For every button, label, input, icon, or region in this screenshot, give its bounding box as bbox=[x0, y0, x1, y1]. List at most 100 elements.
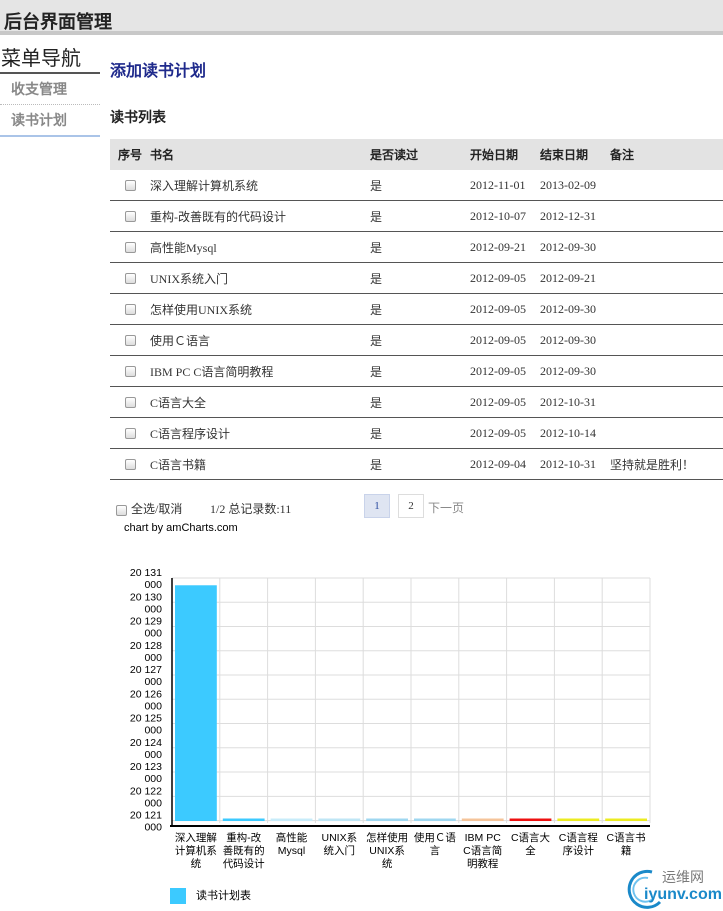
section-title: 读书列表 bbox=[110, 109, 166, 125]
start-date: 2012-09-04 bbox=[470, 448, 540, 480]
x-tick-label: IBM PC C语言简明教程 bbox=[463, 832, 502, 870]
note bbox=[610, 355, 723, 387]
row-checkbox[interactable] bbox=[124, 335, 136, 347]
x-tick-label: C语言程序设计 bbox=[559, 831, 599, 857]
table-row: 使用Ｃ语言是 2012-09-05 2012-09-30 bbox=[110, 324, 723, 356]
read-status: 是 bbox=[370, 262, 470, 294]
start-date: 2012-09-05 bbox=[470, 417, 540, 449]
book-title: 深入理解计算机系统 bbox=[150, 170, 370, 201]
note bbox=[610, 170, 723, 201]
x-tick-label: 深入理解计算机系统 bbox=[175, 831, 217, 870]
watermark-bottom-text: iyunv.com bbox=[644, 886, 722, 903]
row-checkbox-cell[interactable] bbox=[110, 324, 150, 356]
end-date: 2012-10-31 bbox=[540, 386, 610, 418]
table-header-row: 序号 书名 是否读过 开始日期 结束日期 备注 bbox=[110, 139, 723, 170]
read-status: 是 bbox=[370, 293, 470, 325]
row-checkbox-cell[interactable] bbox=[110, 293, 150, 325]
top-header-bar: 后台界面管理 bbox=[0, 0, 723, 35]
row-checkbox-cell[interactable] bbox=[110, 200, 150, 232]
legend-label: 读书计划表 bbox=[196, 890, 251, 902]
table-footer: 全选/取消 1/2 总记录数:11 1 2 下一页 bbox=[110, 494, 723, 520]
y-tick-label: 20 129 000 bbox=[130, 616, 162, 640]
sidebar-item-finance[interactable]: 收支管理 bbox=[0, 74, 100, 105]
note bbox=[610, 324, 723, 356]
chart-bar bbox=[414, 818, 456, 821]
watermark-top-text: 运维网 bbox=[662, 869, 704, 885]
read-status: 是 bbox=[370, 200, 470, 232]
col-header-read: 是否读过 bbox=[370, 139, 470, 170]
x-tick-label: C语言书籍 bbox=[607, 831, 646, 857]
row-checkbox[interactable] bbox=[124, 397, 136, 409]
chart-legend: 读书计划表 bbox=[170, 887, 251, 905]
chart-bar bbox=[270, 818, 313, 821]
table-row: C语言程序设计是 2012-09-05 2012-10-14 bbox=[110, 417, 723, 449]
end-date: 2012-12-31 bbox=[540, 200, 610, 232]
page-button-1[interactable]: 1 bbox=[364, 494, 390, 518]
x-tick-label: 使用Ｃ语言 bbox=[414, 831, 456, 857]
row-checkbox[interactable] bbox=[124, 428, 136, 440]
book-title: IBM PC C语言简明教程 bbox=[150, 355, 370, 387]
row-checkbox-cell[interactable] bbox=[110, 386, 150, 418]
next-page-link[interactable]: 下一页 bbox=[428, 499, 464, 516]
end-date: 2012-09-30 bbox=[540, 231, 610, 263]
row-checkbox-cell[interactable] bbox=[110, 231, 150, 263]
page-button-2[interactable]: 2 bbox=[398, 494, 424, 518]
table-row: 重构-改善既有的代码设计是 2012-10-07 2012-12-31 bbox=[110, 200, 723, 232]
table-row: 怎样使用UNIX系统是 2012-09-05 2012-09-30 bbox=[110, 293, 723, 325]
chart-bar bbox=[605, 818, 647, 821]
col-header-start: 开始日期 bbox=[470, 139, 540, 170]
row-checkbox-cell[interactable] bbox=[110, 417, 150, 449]
book-title: C语言大全 bbox=[150, 386, 370, 418]
end-date: 2012-09-30 bbox=[540, 355, 610, 387]
y-tick-label: 20 125 000 bbox=[130, 713, 162, 737]
row-checkbox-cell[interactable] bbox=[110, 448, 150, 480]
add-reading-plan-link[interactable]: 添加读书计划 bbox=[110, 57, 206, 81]
y-tick-label: 20 126 000 bbox=[130, 688, 162, 712]
note bbox=[610, 386, 723, 418]
read-status: 是 bbox=[370, 170, 470, 201]
row-checkbox[interactable] bbox=[124, 211, 136, 223]
row-checkbox[interactable] bbox=[124, 180, 136, 192]
y-tick-label: 20 128 000 bbox=[130, 640, 162, 664]
chart-bar bbox=[557, 818, 600, 821]
book-title: C语言程序设计 bbox=[150, 417, 370, 449]
read-status: 是 bbox=[370, 417, 470, 449]
row-checkbox[interactable] bbox=[124, 304, 136, 316]
sidebar-item-reading-plan[interactable]: 读书计划 bbox=[0, 105, 100, 137]
note bbox=[610, 200, 723, 232]
row-checkbox[interactable] bbox=[124, 459, 136, 471]
chart-credit[interactable]: chart by amCharts.com bbox=[124, 522, 238, 534]
sidebar: 菜单导航 收支管理 读书计划 bbox=[0, 46, 100, 137]
chart-bar bbox=[366, 818, 408, 821]
book-table: 序号 书名 是否读过 开始日期 结束日期 备注 深入理解计算机系统是 2012-1… bbox=[110, 139, 723, 480]
read-status: 是 bbox=[370, 231, 470, 263]
book-title: C语言书籍 bbox=[150, 448, 370, 480]
col-header-note: 备注 bbox=[610, 139, 723, 170]
y-tick-label: 20 123 000 bbox=[130, 761, 162, 785]
y-tick-label: 20 131 000 bbox=[130, 567, 162, 591]
start-date: 2012-09-05 bbox=[470, 324, 540, 356]
book-title: 高性能Mysql bbox=[150, 231, 370, 263]
chart-bar bbox=[175, 585, 217, 821]
select-all-checkbox[interactable] bbox=[116, 504, 127, 516]
start-date: 2012-10-07 bbox=[470, 200, 540, 232]
row-checkbox-cell[interactable] bbox=[110, 262, 150, 294]
book-title: 怎样使用UNIX系统 bbox=[150, 293, 370, 325]
row-checkbox-cell[interactable] bbox=[110, 170, 150, 201]
row-checkbox-cell[interactable] bbox=[110, 355, 150, 387]
table-row: 深入理解计算机系统是 2012-11-01 2013-02-09 bbox=[110, 170, 723, 201]
reading-plan-chart: 20 121 00020 122 00020 123 00020 124 00020 1… bbox=[130, 567, 651, 870]
start-date: 2012-09-21 bbox=[470, 231, 540, 263]
select-all-control[interactable]: 全选/取消 bbox=[116, 500, 182, 517]
end-date: 2012-09-21 bbox=[540, 262, 610, 294]
table-row: UNIX系统入门是 2012-09-05 2012-09-21 bbox=[110, 262, 723, 294]
note bbox=[610, 231, 723, 263]
col-header-index: 序号 bbox=[110, 139, 150, 170]
row-checkbox[interactable] bbox=[124, 273, 136, 285]
row-checkbox[interactable] bbox=[124, 242, 136, 254]
sidebar-title: 菜单导航 bbox=[0, 46, 100, 74]
end-date: 2012-10-14 bbox=[540, 417, 610, 449]
row-checkbox[interactable] bbox=[124, 366, 136, 378]
chart-bar bbox=[509, 818, 552, 821]
y-tick-label: 20 121 000 bbox=[130, 810, 162, 834]
